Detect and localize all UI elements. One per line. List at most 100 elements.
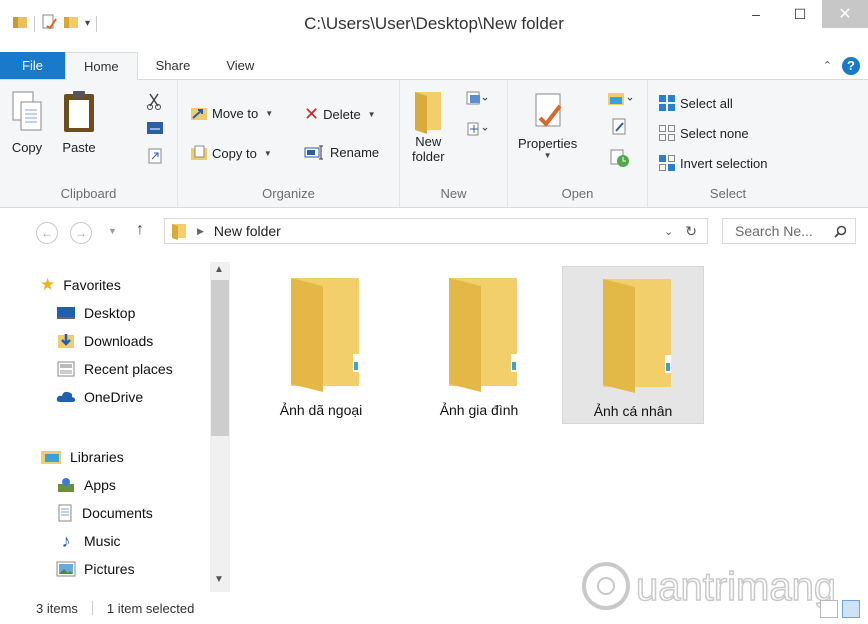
- copy-path-icon[interactable]: [146, 120, 164, 136]
- new-item-icon[interactable]: [464, 90, 488, 108]
- tab-view[interactable]: View: [208, 52, 272, 79]
- search-icon[interactable]: [834, 225, 847, 238]
- breadcrumb-arrow-icon[interactable]: ▶: [197, 226, 204, 237]
- nav-item-documents[interactable]: Documents: [56, 500, 153, 526]
- copy-to-label: Copy to: [212, 145, 257, 161]
- paste-button[interactable]: Paste: [60, 90, 98, 155]
- nav-item-recent-places[interactable]: Recent places: [56, 356, 173, 382]
- up-arrow-icon[interactable]: ↑: [136, 221, 144, 239]
- new-folder-button[interactable]: New folder: [412, 88, 445, 164]
- chevron-up-icon[interactable]: ⌃: [823, 59, 832, 72]
- nav-scrollbar-thumb[interactable]: [211, 280, 229, 436]
- nav-item-onedrive[interactable]: OneDrive: [56, 384, 143, 410]
- select-none-button[interactable]: Select none: [658, 124, 749, 142]
- chevron-down-icon: ▼: [265, 108, 274, 118]
- scroll-up-icon[interactable]: ▲: [214, 264, 224, 275]
- nav-item-music[interactable]: ♪ Music: [56, 528, 121, 554]
- item-count: 3 items: [36, 600, 78, 616]
- tab-share[interactable]: Share: [138, 52, 209, 79]
- select-none-label: Select none: [680, 125, 749, 141]
- breadcrumb[interactable]: New folder: [214, 223, 281, 239]
- address-bar[interactable]: ▶ New folder ⌄ ↻: [164, 218, 708, 244]
- nav-item-libraries[interactable]: Libraries: [40, 444, 124, 470]
- new-folder-label-1: New: [415, 134, 442, 149]
- select-all-button[interactable]: Select all: [658, 94, 733, 112]
- forward-button[interactable]: →: [70, 222, 92, 244]
- delete-button[interactable]: ✕ Delete ▼: [304, 104, 376, 125]
- navigation-bar: ← → ▼ ↑ ▶ New folder ⌄ ↻ Search Ne...: [0, 208, 868, 254]
- tab-home[interactable]: Home: [64, 52, 138, 80]
- rename-icon: [304, 145, 323, 160]
- delete-label: Delete: [323, 107, 361, 122]
- easy-access-icon[interactable]: [464, 120, 488, 138]
- group-label-open: Open: [561, 186, 594, 201]
- copy-button[interactable]: Copy: [10, 90, 44, 155]
- move-to-icon: [191, 108, 207, 120]
- navigation-pane: ★ Favorites Desktop Downloads Recent pla…: [0, 262, 230, 592]
- nav-label: Pictures: [84, 561, 135, 577]
- ribbon-tabs: File Home Share View ⌃ ?: [0, 52, 868, 80]
- minimize-button[interactable]: –: [734, 0, 778, 28]
- close-button[interactable]: ✕: [822, 0, 868, 28]
- refresh-icon[interactable]: ↻: [685, 223, 697, 240]
- recent-locations-icon[interactable]: ▼: [108, 226, 117, 236]
- ribbon-group-clipboard: Copy Paste Clipboard: [0, 80, 178, 207]
- copy-to-button[interactable]: Copy to ▼: [190, 144, 272, 162]
- chevron-down-icon[interactable]: ⌄: [664, 225, 673, 238]
- rename-button[interactable]: Rename: [304, 144, 379, 160]
- maximize-button[interactable]: ☐: [778, 0, 822, 28]
- search-input[interactable]: Search Ne...: [722, 218, 856, 244]
- folder-item[interactable]: Ảnh dã ngoại: [250, 266, 392, 424]
- folder-icon: [449, 278, 517, 392]
- properties-label: Properties: [518, 136, 578, 151]
- help-icon[interactable]: ?: [842, 56, 860, 75]
- ribbon-group-open: Properties ▼ Open: [508, 80, 648, 207]
- nav-item-favorites[interactable]: ★ Favorites: [40, 272, 121, 298]
- group-label-select: Select: [709, 186, 747, 201]
- desktop-icon: [57, 307, 75, 319]
- ribbon-right-controls: ⌃ ?: [823, 52, 868, 79]
- tab-file[interactable]: File: [0, 52, 65, 79]
- nav-label: Apps: [84, 477, 116, 493]
- title-bar: ▾ C:\Users\User\Desktop\New folder – ☐ ✕: [0, 0, 868, 52]
- move-to-label: Move to: [212, 105, 259, 121]
- nav-item-desktop[interactable]: Desktop: [56, 300, 135, 326]
- apps-icon: [58, 478, 74, 492]
- edit-icon[interactable]: [612, 118, 628, 136]
- paste-icon: [64, 91, 94, 132]
- copy-label: Copy: [11, 140, 43, 155]
- selection-count: 1 item selected: [106, 600, 195, 616]
- ribbon-group-select: Select all Select none Invert selection …: [648, 80, 808, 207]
- nav-item-downloads[interactable]: Downloads: [56, 328, 153, 354]
- details-view-icon[interactable]: [820, 600, 838, 618]
- nav-label: Libraries: [70, 449, 124, 465]
- paste-shortcut-icon[interactable]: [148, 148, 162, 164]
- nav-item-pictures[interactable]: Pictures: [56, 556, 135, 582]
- scroll-down-icon[interactable]: ▼: [214, 574, 224, 585]
- select-none-icon: [659, 125, 675, 141]
- chevron-down-icon: ▼: [367, 110, 376, 119]
- group-label-clipboard: Clipboard: [60, 186, 117, 201]
- back-button[interactable]: ←: [36, 222, 58, 244]
- invert-selection-button[interactable]: Invert selection: [658, 154, 767, 172]
- cut-icon[interactable]: [146, 92, 162, 110]
- new-folder-label-2: folder: [412, 149, 445, 164]
- properties-button[interactable]: Properties ▼: [518, 92, 577, 160]
- open-icon[interactable]: [606, 90, 634, 108]
- move-to-button[interactable]: Move to ▼: [190, 104, 273, 122]
- nav-label: Downloads: [84, 333, 154, 349]
- window-controls: – ☐ ✕: [734, 0, 868, 28]
- folder-item-selected[interactable]: Ảnh cá nhân: [562, 266, 704, 424]
- folder-name: Ảnh gia đình: [439, 402, 519, 418]
- status-bar: 3 items 1 item selected: [0, 592, 868, 624]
- ribbon: Copy Paste Clipboard Move to ▼ ✕ Delete ▼ …: [0, 80, 868, 208]
- libraries-icon: [41, 451, 61, 464]
- large-icons-view-icon[interactable]: [842, 600, 860, 618]
- nav-label: Desktop: [84, 305, 136, 321]
- select-all-icon: [659, 95, 675, 111]
- folder-icon: [171, 222, 187, 240]
- nav-label: Documents: [82, 505, 153, 521]
- nav-item-apps[interactable]: Apps: [56, 472, 116, 498]
- folder-item[interactable]: Ảnh gia đình: [408, 266, 550, 424]
- history-icon[interactable]: [610, 148, 630, 168]
